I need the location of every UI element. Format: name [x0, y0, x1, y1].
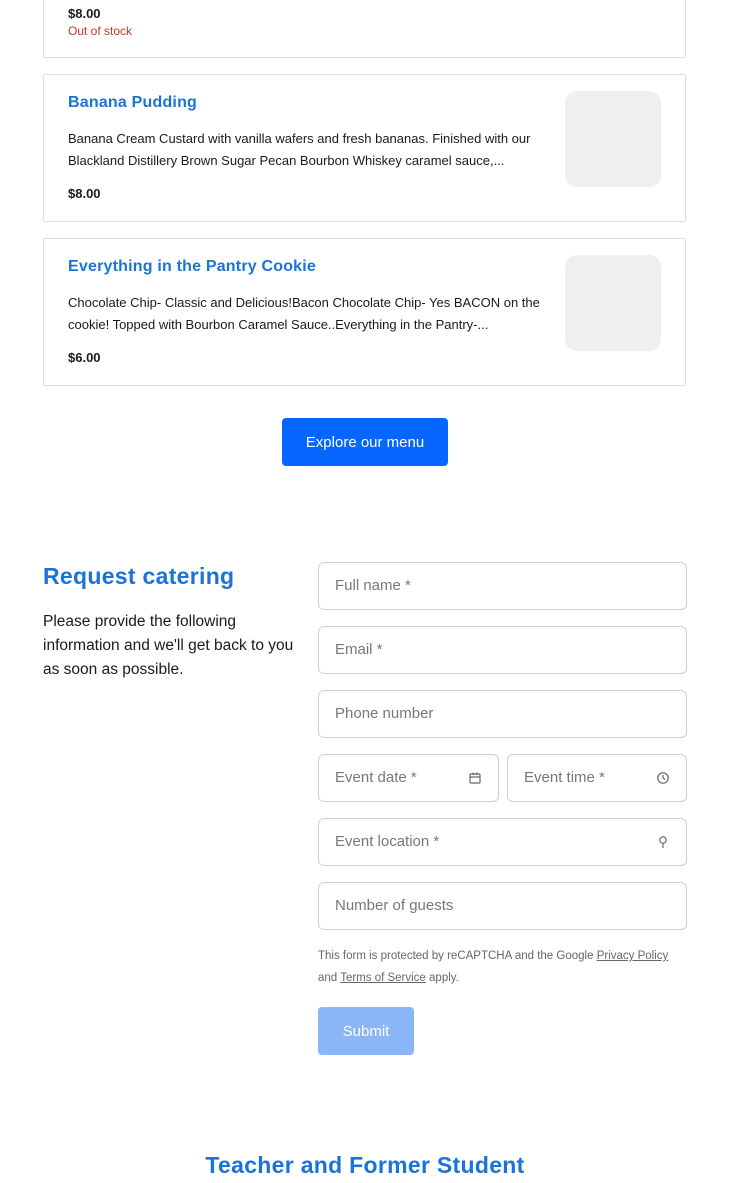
section-title: Teacher and Former Student [205, 1152, 525, 1178]
item-title[interactable]: Everything in the Pantry Cookie [68, 258, 316, 276]
guests-field[interactable]: Number of guests [318, 882, 687, 930]
menu-item-card[interactable]: Everything in the Pantry Cookie Chocolat… [43, 238, 686, 386]
catering-description: Please provide the following information… [43, 613, 294, 678]
item-price: $8.00 [68, 6, 101, 21]
full-name-field[interactable]: Full name * [318, 562, 687, 610]
guests-placeholder: Number of guests [335, 897, 454, 914]
item-title[interactable]: Banana Pudding [68, 94, 197, 112]
location-pin-icon[interactable] [656, 835, 670, 849]
explore-menu-button[interactable]: Explore our menu [282, 418, 448, 466]
phone-field[interactable]: Phone number [318, 690, 687, 738]
submit-button[interactable]: Submit [318, 1007, 414, 1055]
email-placeholder: Email * [335, 641, 383, 658]
item-price: $8.00 [68, 186, 101, 201]
menu-item-card[interactable]: $8.00 Out of stock [43, 0, 686, 58]
item-image-placeholder [565, 91, 661, 187]
privacy-policy-link[interactable]: Privacy Policy [597, 950, 669, 962]
menu-item-card[interactable]: Banana Pudding Banana Cream Custard with… [43, 74, 686, 222]
clock-icon[interactable] [656, 771, 670, 785]
event-location-field[interactable]: Event location * [318, 818, 687, 866]
event-date-field[interactable]: Event date * [318, 754, 499, 802]
event-time-field[interactable]: Event time * [507, 754, 687, 802]
calendar-icon[interactable] [468, 771, 482, 785]
stock-status: Out of stock [68, 24, 133, 38]
item-description: Banana Cream Custard with vanilla wafers… [68, 131, 531, 168]
item-image-placeholder [565, 255, 661, 351]
phone-placeholder: Phone number [335, 705, 434, 722]
recaptcha-notice: This form is protected by reCAPTCHA and … [318, 945, 688, 989]
recaptcha-text: This form is protected by reCAPTCHA and … [318, 950, 597, 962]
catering-title: Request catering [43, 563, 235, 589]
event-location-placeholder: Event location * [335, 833, 440, 850]
event-time-placeholder: Event time * [524, 769, 605, 786]
item-description: Chocolate Chip- Classic and Delicious!Ba… [68, 295, 540, 332]
item-price: $6.00 [68, 350, 101, 365]
terms-of-service-link[interactable]: Terms of Service [340, 972, 426, 984]
recaptcha-suffix: apply. [425, 972, 459, 984]
event-date-placeholder: Event date * [335, 769, 417, 786]
email-field[interactable]: Email * [318, 626, 687, 674]
full-name-placeholder: Full name * [335, 577, 411, 594]
recaptcha-and: and [318, 972, 341, 984]
